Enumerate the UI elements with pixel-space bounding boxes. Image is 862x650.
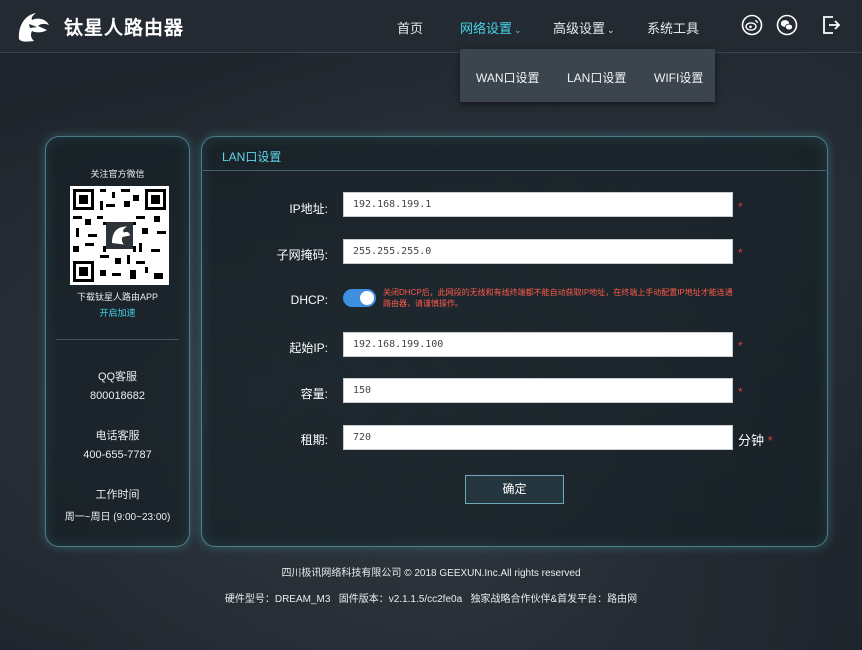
nav-advanced-label: 高级设置 xyxy=(553,21,606,36)
nav-network-label: 网络设置 xyxy=(460,21,513,36)
menu-item-wifi-settings[interactable]: WIFI设置 xyxy=(654,69,703,86)
required-mark: * xyxy=(738,339,743,353)
lease-time-input[interactable]: 720 xyxy=(343,425,733,450)
brand-title: 钛星人路由器 xyxy=(64,18,185,39)
enable-acceleration-link[interactable]: 开启加速 xyxy=(45,306,190,319)
lease-time-label: 租期: xyxy=(300,433,328,447)
required-mark: * xyxy=(767,433,773,448)
logout-icon[interactable] xyxy=(820,14,842,36)
network-settings-dropdown: WAN口设置 LAN口设置 WIFI设置 xyxy=(460,49,715,102)
dhcp-toggle[interactable] xyxy=(343,289,376,307)
qq-service-label: QQ客服 xyxy=(97,371,138,383)
footer-copyright: 四川极讯网络科技有限公司 © 2018 GEEXUN.Inc.All right… xyxy=(281,568,581,579)
menu-item-lan-settings[interactable]: LAN口设置 xyxy=(567,69,626,86)
qr-code xyxy=(70,186,169,285)
confirm-button[interactable]: 确定 xyxy=(465,475,564,504)
nav-network-settings[interactable]: 网络设置 ⌄ xyxy=(460,18,522,37)
sidebar-divider xyxy=(56,339,179,340)
lease-unit-text: 分钟 xyxy=(738,433,765,448)
dhcp-warning-note: 关闭DHCP后，此网段的无线和有线终端都不能自动获取IP地址，在终端上手动配置I… xyxy=(383,288,733,308)
panel-title: LAN口设置 xyxy=(222,150,282,164)
toggle-knob xyxy=(360,291,374,305)
qr-code-image xyxy=(73,189,166,282)
work-hours-label: 工作时间 xyxy=(95,489,140,501)
chevron-down-icon: ⌄ xyxy=(514,25,522,35)
required-mark: * xyxy=(738,200,743,214)
start-ip-label: 起始IP: xyxy=(289,341,328,355)
nav-system-label: 系统工具 xyxy=(647,21,700,36)
nav-home[interactable]: 首页 xyxy=(397,18,423,37)
top-header: 钛星人路由器 首页 网络设置 ⌄ 高级设置 ⌄ 系统工具 xyxy=(0,0,862,53)
menu-item-wan-settings[interactable]: WAN口设置 xyxy=(476,69,540,86)
title-divider xyxy=(203,170,826,171)
wechat-icon[interactable] xyxy=(776,14,798,36)
capacity-label: 容量: xyxy=(300,387,328,401)
lease-unit: 分钟 * xyxy=(738,430,773,449)
work-hours-value: 周一~周日 (9:00~23:00) xyxy=(64,512,171,523)
phone-service-label: 电话客服 xyxy=(95,430,140,442)
required-mark: * xyxy=(738,385,743,399)
ip-address-input[interactable]: 192.168.199.1 xyxy=(343,192,733,217)
logo-icon xyxy=(18,13,49,42)
follow-wechat-text: 关注官方微信 xyxy=(90,169,145,179)
nav-home-label: 首页 xyxy=(397,21,424,36)
phone-service-number: 400-655-7787 xyxy=(83,449,152,461)
nav-system-tools[interactable]: 系统工具 xyxy=(647,18,699,37)
ip-address-label: IP地址: xyxy=(289,202,328,216)
capacity-input[interactable]: 150 xyxy=(343,378,733,403)
chevron-down-icon: ⌄ xyxy=(607,25,615,35)
subnet-mask-input[interactable]: 255.255.255.0 xyxy=(343,239,733,264)
download-app-text: 下载钛星人路由APP xyxy=(76,292,158,302)
start-ip-input[interactable]: 192.168.199.100 xyxy=(343,332,733,357)
subnet-mask-label: 子网掩码: xyxy=(276,248,328,262)
weibo-icon[interactable] xyxy=(741,14,763,36)
footer-versions: 硬件型号：DREAM_M3 固件版本：v2.1.1.5/cc2fe0a 独家战略… xyxy=(224,594,638,605)
required-mark: * xyxy=(738,246,743,260)
qq-service-number: 800018682 xyxy=(89,390,146,402)
nav-advanced-settings[interactable]: 高级设置 ⌄ xyxy=(553,18,615,37)
dhcp-label: DHCP: xyxy=(290,293,328,307)
